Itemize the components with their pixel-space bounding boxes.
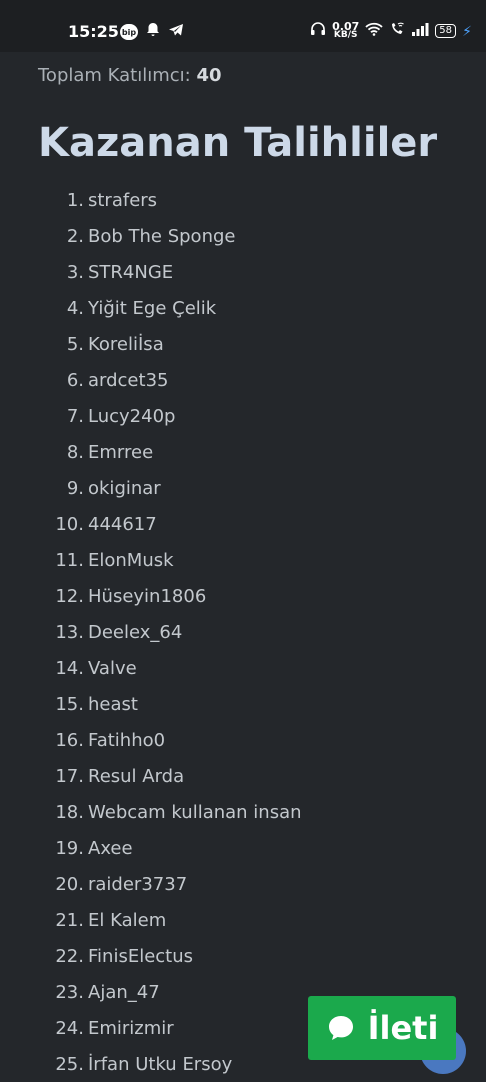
list-item-number: 13. xyxy=(55,621,84,643)
list-item-number: 3. xyxy=(66,261,84,283)
list-item-name: Fatihho0 xyxy=(88,729,166,751)
list-item: 18. Webcam kullanan insan xyxy=(0,794,420,830)
list-item: 1. strafers xyxy=(0,182,420,218)
list-item: 7. Lucy240p xyxy=(0,398,420,434)
status-bar: 15:25 bip 0.07 KB/S 58 ⚡ xyxy=(0,0,486,52)
charging-icon: ⚡ xyxy=(462,24,472,40)
system-icons: 0.07 KB/S 58 ⚡ xyxy=(310,21,472,40)
status-time: 15:25 xyxy=(68,22,119,41)
signal-icon xyxy=(411,22,429,40)
list-item: 22. FinisElectus xyxy=(0,938,420,974)
list-item-number: 1. xyxy=(66,189,84,211)
list-item-name: 444617 xyxy=(88,513,157,535)
speed-unit: KB/S xyxy=(333,30,358,40)
list-item: 2. Bob The Sponge xyxy=(0,218,420,254)
list-item-number: 10. xyxy=(55,513,84,535)
list-item-number: 17. xyxy=(55,765,84,787)
list-item-name: Valve xyxy=(88,657,137,679)
headphones-icon xyxy=(310,22,326,40)
list-item-name: raider3737 xyxy=(88,873,188,895)
chat-bubble-icon xyxy=(326,1013,356,1043)
list-item-number: 20. xyxy=(55,873,84,895)
list-item: 14. Valve xyxy=(0,650,420,686)
list-item: 11. ElonMusk xyxy=(0,542,420,578)
list-item: 17. Resul Arda xyxy=(0,758,420,794)
list-item-number: 7. xyxy=(66,405,84,427)
list-item-name: STR4NGE xyxy=(88,261,174,283)
list-item-name: Resul Arda xyxy=(88,765,185,787)
telegram-icon xyxy=(168,23,184,41)
list-item-number: 11. xyxy=(55,549,84,571)
list-item-name: FinisElectus xyxy=(88,945,194,967)
list-item-number: 15. xyxy=(55,693,84,715)
list-item-name: ardcet35 xyxy=(88,369,169,391)
list-item-name: El Kalem xyxy=(88,909,167,931)
list-item-name: Lucy240p xyxy=(88,405,176,427)
message-button-label: İleti xyxy=(367,1009,439,1047)
list-item-number: 5. xyxy=(66,333,84,355)
list-item-name: Yiğit Ege Çelik xyxy=(88,297,217,319)
list-item: 13. Deelex_64 xyxy=(0,614,420,650)
list-item-number: 25. xyxy=(55,1053,84,1075)
list-item-number: 21. xyxy=(55,909,84,931)
list-item: 10. 444617 xyxy=(0,506,420,542)
list-item: 5. Koreliİsa xyxy=(0,326,420,362)
list-item-name: Koreliİsa xyxy=(88,333,164,355)
list-item-name: ElonMusk xyxy=(88,549,174,571)
list-item: 15. heast xyxy=(0,686,420,722)
list-item-name: Bob The Sponge xyxy=(88,225,236,247)
list-item: 3. STR4NGE xyxy=(0,254,420,290)
page-title: Kazanan Talihliler xyxy=(38,120,438,166)
wifi-icon xyxy=(365,22,383,40)
list-item: 19. Axee xyxy=(0,830,420,866)
list-item-number: 23. xyxy=(55,981,84,1003)
list-item: 21. El Kalem xyxy=(0,902,420,938)
list-item-name: Webcam kullanan insan xyxy=(88,801,302,823)
network-speed: 0.07 KB/S xyxy=(332,21,359,40)
list-item-number: 6. xyxy=(66,369,84,391)
list-item: 12. Hüseyin1806 xyxy=(0,578,420,614)
list-item-name: heast xyxy=(88,693,138,715)
list-item: 9. okiginar xyxy=(0,470,420,506)
battery-icon: 58 xyxy=(435,24,456,38)
list-item-name: Axee xyxy=(88,837,133,859)
list-item: 6. ardcet35 xyxy=(0,362,420,398)
list-item-number: 18. xyxy=(55,801,84,823)
list-item-name: Emirizmir xyxy=(88,1017,174,1039)
bip-icon: bip xyxy=(120,24,138,40)
list-item-number: 8. xyxy=(66,441,84,463)
list-item-number: 9. xyxy=(66,477,84,499)
list-item-name: Ajan_47 xyxy=(88,981,160,1003)
list-item-number: 22. xyxy=(55,945,84,967)
list-item-name: okiginar xyxy=(88,477,161,499)
list-item: 16. Fatihho0 xyxy=(0,722,420,758)
list-item-number: 14. xyxy=(55,657,84,679)
list-item-name: İrfan Utku Ersoy xyxy=(88,1053,233,1075)
list-item-number: 12. xyxy=(55,585,84,607)
message-button[interactable]: İleti xyxy=(308,996,456,1060)
list-item-number: 19. xyxy=(55,837,84,859)
list-item-number: 16. xyxy=(55,729,84,751)
wifi-call-icon xyxy=(389,22,405,40)
list-item: 20. raider3737 xyxy=(0,866,420,902)
total-label: Toplam Katılımcı: xyxy=(38,65,191,86)
list-item-number: 2. xyxy=(66,225,84,247)
list-item: 4. Yiğit Ege Çelik xyxy=(0,290,420,326)
list-item: 8. Emrree xyxy=(0,434,420,470)
bell-icon xyxy=(146,22,160,42)
list-item-name: Emrree xyxy=(88,441,154,463)
list-item-name: Deelex_64 xyxy=(88,621,183,643)
list-item-name: strafers xyxy=(88,189,158,211)
list-item-number: 4. xyxy=(66,297,84,319)
total-count: 40 xyxy=(196,65,222,86)
notification-icons: bip xyxy=(120,22,184,42)
list-item-number: 24. xyxy=(55,1017,84,1039)
total-participants: Toplam Katılımcı: 40 xyxy=(38,64,222,88)
list-item-name: Hüseyin1806 xyxy=(88,585,207,607)
